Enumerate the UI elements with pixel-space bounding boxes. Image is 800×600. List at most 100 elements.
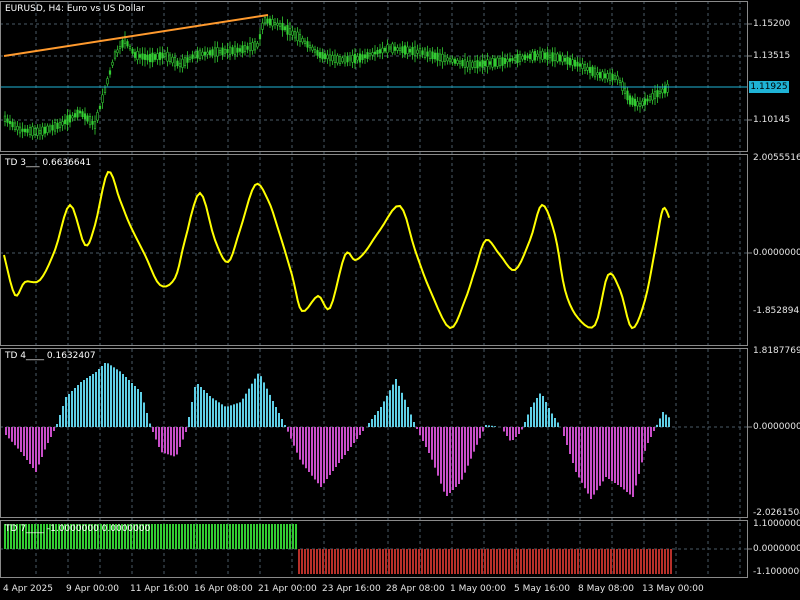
td4-bar: [206, 393, 208, 427]
td4-bar: [344, 427, 346, 455]
candle-body: [426, 51, 429, 57]
candle-body: [498, 57, 502, 67]
td4-bar: [221, 404, 223, 427]
td7-bar: [478, 549, 480, 574]
td4-bar: [5, 427, 7, 435]
td4-bar: [422, 427, 424, 441]
td4-bar: [197, 384, 199, 427]
td4-bar: [380, 407, 382, 427]
candle-body: [263, 17, 267, 24]
td7-bar: [607, 549, 609, 574]
td4-bar: [413, 422, 415, 427]
candle-body: [43, 126, 47, 134]
candle-body: [138, 54, 142, 58]
td7-bar: [289, 524, 291, 549]
td4-bar: [554, 418, 556, 427]
candle-body: [551, 52, 554, 62]
candle-body: [398, 47, 402, 51]
td7-bar: [502, 549, 504, 574]
td4-bar: [326, 427, 328, 479]
td7-bar: [541, 549, 543, 574]
candle-body: [486, 59, 489, 68]
td4-bar: [194, 387, 196, 427]
candle-body: [341, 57, 344, 63]
chart-canvas[interactable]: [0, 0, 800, 600]
td7-bar: [529, 549, 531, 574]
candle-body: [278, 23, 282, 27]
td4-bar: [428, 427, 430, 453]
candle-body: [321, 51, 324, 60]
td7-bar: [448, 549, 450, 574]
td4-bar: [134, 386, 136, 427]
pane-borders: [0, 1, 752, 578]
td7-bar: [532, 549, 534, 574]
candle-body: [233, 45, 237, 56]
td4-bar: [203, 390, 205, 427]
td4-bar: [227, 406, 229, 427]
td4-bar: [143, 402, 145, 427]
td4-bar: [50, 427, 52, 437]
td7-bar: [406, 549, 408, 574]
td7-bar: [355, 549, 357, 574]
candle-body: [656, 90, 659, 98]
td4-bar: [611, 427, 613, 481]
td7-bar: [625, 549, 627, 574]
candle-body: [268, 18, 272, 26]
td7-bar: [640, 549, 642, 574]
candle-body: [48, 125, 52, 132]
candle-body: [361, 54, 364, 60]
candle-body: [326, 54, 329, 60]
td7-bar: [217, 524, 219, 549]
td4-bar: [449, 427, 451, 493]
td4-bar: [173, 427, 175, 457]
td4-bar: [284, 425, 286, 427]
candle-body: [176, 60, 179, 66]
candle-body: [161, 52, 164, 59]
td7-bar: [190, 524, 192, 549]
td7-bar: [604, 549, 606, 574]
candle-body: [408, 48, 412, 53]
td4-bar: [368, 423, 370, 427]
time-axis-label: 5 May 16:00: [514, 584, 570, 594]
candle-body: [313, 49, 317, 53]
candle-body: [511, 58, 514, 61]
td7-bar: [490, 549, 492, 574]
td4-bar: [251, 383, 253, 427]
td7-bar: [460, 549, 462, 574]
td4-bar: [77, 385, 79, 427]
candle-body: [383, 47, 387, 52]
pane-border: [0, 154, 748, 346]
td4-bar: [167, 427, 169, 455]
td7-bar: [244, 524, 246, 549]
candle-body: [346, 56, 349, 63]
candle-body: [21, 128, 24, 132]
td4-bar: [362, 427, 364, 431]
candle-body: [306, 41, 309, 48]
candle-body: [16, 126, 19, 131]
td4-bar: [188, 417, 190, 427]
candle-body: [631, 97, 634, 105]
td7-bar: [553, 549, 555, 574]
price-candles: [3, 14, 669, 140]
td7-bar: [172, 524, 174, 549]
td7-bar: [175, 524, 177, 549]
candle-body: [403, 45, 407, 55]
td7-bar: [403, 549, 405, 574]
candle-body: [576, 61, 579, 67]
candle-body: [121, 39, 124, 48]
candle-body: [616, 75, 619, 81]
candle-body: [288, 28, 292, 35]
candle-body: [253, 41, 257, 51]
td4-bar: [464, 427, 466, 473]
candle-body: [653, 91, 657, 99]
td7-bar: [511, 549, 513, 574]
candle-body: [173, 57, 177, 67]
td4-bar: [584, 427, 586, 489]
candle-body: [6, 118, 9, 123]
candle-body: [661, 88, 664, 94]
td7-bar: [412, 549, 414, 574]
candle-body: [603, 73, 607, 79]
td4-bar: [29, 427, 31, 464]
candle-body: [118, 46, 122, 49]
td4-bar: [107, 363, 109, 427]
